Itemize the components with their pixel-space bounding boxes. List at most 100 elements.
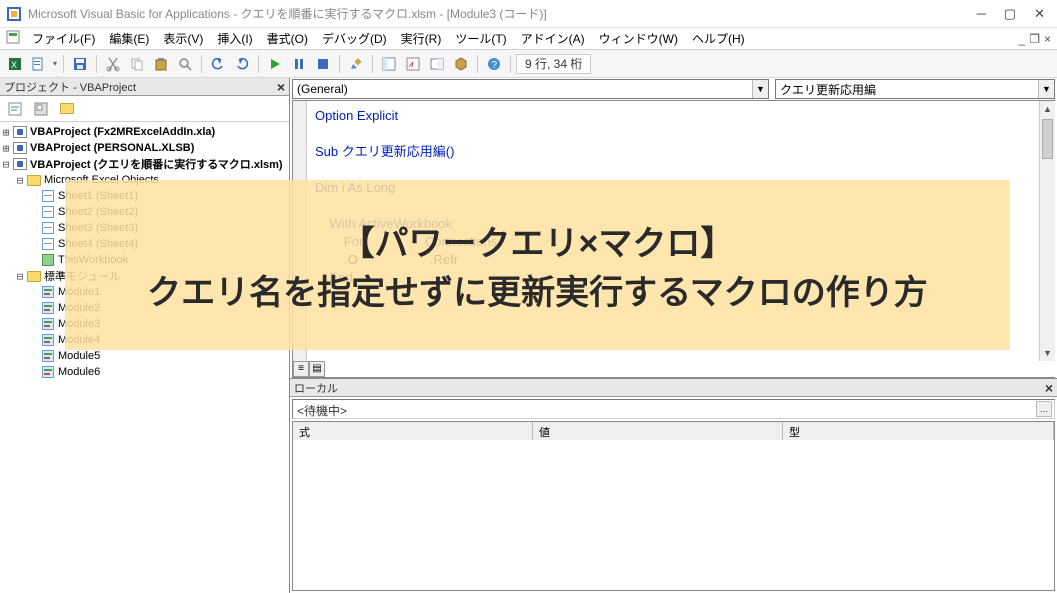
full-view-button[interactable]: ▤ bbox=[309, 361, 325, 377]
mdi-close-button[interactable]: × bbox=[1044, 32, 1051, 46]
tree-project[interactable]: ⊞VBAProject (PERSONAL.XLSB) bbox=[0, 140, 289, 156]
mdi-minimize-button[interactable]: _ bbox=[1019, 32, 1026, 46]
toggle-folders-button[interactable] bbox=[56, 98, 78, 120]
menu-tools[interactable]: ツール(T) bbox=[449, 28, 512, 49]
paste-button[interactable] bbox=[150, 53, 172, 75]
redo-button[interactable] bbox=[231, 53, 253, 75]
locals-col-expr[interactable]: 式 bbox=[293, 422, 533, 440]
locals-body bbox=[293, 440, 1054, 590]
locals-col-type[interactable]: 型 bbox=[783, 422, 1054, 440]
locals-state-text: <待機中> bbox=[297, 404, 347, 418]
menu-format[interactable]: 書式(O) bbox=[261, 28, 314, 49]
workbook-icon bbox=[42, 254, 54, 266]
insert-dropdown[interactable]: ▾ bbox=[52, 53, 58, 75]
menu-run[interactable]: 実行(R) bbox=[395, 28, 448, 49]
locals-title: ローカル bbox=[294, 380, 338, 396]
view-code-button[interactable] bbox=[4, 98, 26, 120]
project-icon bbox=[13, 158, 27, 170]
project-panel-header: プロジェクト - VBAProject × bbox=[0, 78, 289, 96]
vertical-scrollbar[interactable]: ▲ ▼ bbox=[1039, 101, 1055, 361]
run-button[interactable] bbox=[264, 53, 286, 75]
procedure-combo-value: クエリ更新応用編 bbox=[780, 81, 876, 98]
locals-header: ローカル × bbox=[290, 379, 1057, 397]
insert-module-button[interactable] bbox=[28, 53, 50, 75]
module-icon bbox=[42, 318, 54, 330]
properties-button[interactable] bbox=[402, 53, 424, 75]
cut-button[interactable] bbox=[102, 53, 124, 75]
sheet-icon bbox=[42, 206, 54, 218]
menu-window[interactable]: ウィンドウ(W) bbox=[593, 28, 684, 49]
menu-help[interactable]: ヘルプ(H) bbox=[686, 28, 751, 49]
sheet-icon bbox=[42, 190, 54, 202]
menu-insert[interactable]: 挿入(I) bbox=[211, 28, 258, 49]
tree-module[interactable]: Module4 bbox=[0, 332, 289, 348]
tree-module[interactable]: Module3 bbox=[0, 316, 289, 332]
tree-module[interactable]: Module6 bbox=[0, 364, 289, 380]
module-icon bbox=[42, 286, 54, 298]
tree-folder[interactable]: ⊟標準モジュール bbox=[0, 268, 289, 284]
locals-state: <待機中> … bbox=[292, 399, 1055, 419]
save-button[interactable] bbox=[69, 53, 91, 75]
scroll-down-icon[interactable]: ▼ bbox=[1040, 345, 1055, 361]
proc-view-button[interactable]: ≡ bbox=[293, 361, 309, 377]
sheet-icon bbox=[42, 238, 54, 250]
tree-sheet[interactable]: Sheet3 (Sheet3) bbox=[0, 220, 289, 236]
mdi-restore-button[interactable]: ❐ bbox=[1029, 32, 1040, 46]
view-object-button[interactable] bbox=[30, 98, 52, 120]
code-gutter[interactable] bbox=[293, 101, 307, 377]
help-button[interactable]: ? bbox=[483, 53, 505, 75]
scroll-up-icon[interactable]: ▲ bbox=[1040, 101, 1055, 117]
cursor-position: 9 行, 34 桁 bbox=[516, 54, 591, 74]
project-icon bbox=[13, 142, 27, 154]
menu-debug[interactable]: デバッグ(D) bbox=[316, 28, 393, 49]
chevron-down-icon[interactable]: ▼ bbox=[752, 80, 768, 98]
find-button[interactable] bbox=[174, 53, 196, 75]
chevron-down-icon[interactable]: ▼ bbox=[1038, 80, 1054, 98]
tree-workbook[interactable]: ThisWorkbook bbox=[0, 252, 289, 268]
locals-close-button[interactable]: × bbox=[1045, 380, 1053, 396]
menu-file[interactable]: ファイル(F) bbox=[26, 28, 101, 49]
locals-col-value[interactable]: 値 bbox=[533, 422, 783, 440]
code-editor[interactable]: Option Explicit Sub クエリ更新応用編() Dim i As … bbox=[292, 100, 1055, 378]
close-button[interactable]: ✕ bbox=[1034, 6, 1045, 22]
tree-module[interactable]: Module2 bbox=[0, 300, 289, 316]
module-icon bbox=[42, 302, 54, 314]
tree-module[interactable]: Module1 bbox=[0, 284, 289, 300]
locals-window: ローカル × <待機中> … 式 値 型 bbox=[290, 378, 1057, 593]
copy-button[interactable] bbox=[126, 53, 148, 75]
object-combo[interactable]: (General)▼ bbox=[292, 79, 769, 99]
tree-project[interactable]: ⊞VBAProject (Fx2MRExcelAddIn.xla) bbox=[0, 124, 289, 140]
project-panel-close-button[interactable]: × bbox=[277, 79, 285, 95]
menu-edit[interactable]: 編集(E) bbox=[103, 28, 155, 49]
design-mode-button[interactable] bbox=[345, 53, 367, 75]
project-explorer: プロジェクト - VBAProject × ⊞VBAProject (Fx2MR… bbox=[0, 78, 290, 593]
project-panel-title: プロジェクト - VBAProject bbox=[4, 79, 136, 95]
break-button[interactable] bbox=[288, 53, 310, 75]
module-icon bbox=[42, 366, 54, 378]
tree-sheet[interactable]: Sheet1 (Sheet1) bbox=[0, 188, 289, 204]
undo-button[interactable] bbox=[207, 53, 229, 75]
locals-stack-dropdown[interactable]: … bbox=[1036, 401, 1052, 417]
scroll-thumb[interactable] bbox=[1042, 119, 1053, 159]
toolbox-button[interactable] bbox=[450, 53, 472, 75]
menu-addin[interactable]: アドイン(A) bbox=[515, 28, 591, 49]
minimize-button[interactable]: ─ bbox=[977, 6, 986, 22]
project-icon bbox=[13, 126, 27, 138]
project-explorer-button[interactable] bbox=[378, 53, 400, 75]
maximize-button[interactable]: ▢ bbox=[1004, 6, 1016, 22]
project-tree[interactable]: ⊞VBAProject (Fx2MRExcelAddIn.xla) ⊞VBAPr… bbox=[0, 122, 289, 593]
app-icon bbox=[6, 6, 22, 22]
mdi-sys-icon[interactable] bbox=[6, 30, 20, 47]
tree-sheet[interactable]: Sheet4 (Sheet4) bbox=[0, 236, 289, 252]
tree-folder[interactable]: ⊟Microsoft Excel Objects bbox=[0, 172, 289, 188]
locals-grid[interactable]: 式 値 型 bbox=[292, 421, 1055, 591]
view-excel-button[interactable]: X bbox=[4, 53, 26, 75]
object-browser-button[interactable] bbox=[426, 53, 448, 75]
procedure-combo[interactable]: クエリ更新応用編 ▼ bbox=[775, 79, 1055, 99]
menu-view[interactable]: 表示(V) bbox=[157, 28, 209, 49]
svg-text:X: X bbox=[11, 60, 17, 70]
tree-project[interactable]: ⊟VBAProject (クエリを順番に実行するマクロ.xlsm) bbox=[0, 156, 289, 172]
tree-sheet[interactable]: Sheet2 (Sheet2) bbox=[0, 204, 289, 220]
tree-module[interactable]: Module5 bbox=[0, 348, 289, 364]
reset-button[interactable] bbox=[312, 53, 334, 75]
